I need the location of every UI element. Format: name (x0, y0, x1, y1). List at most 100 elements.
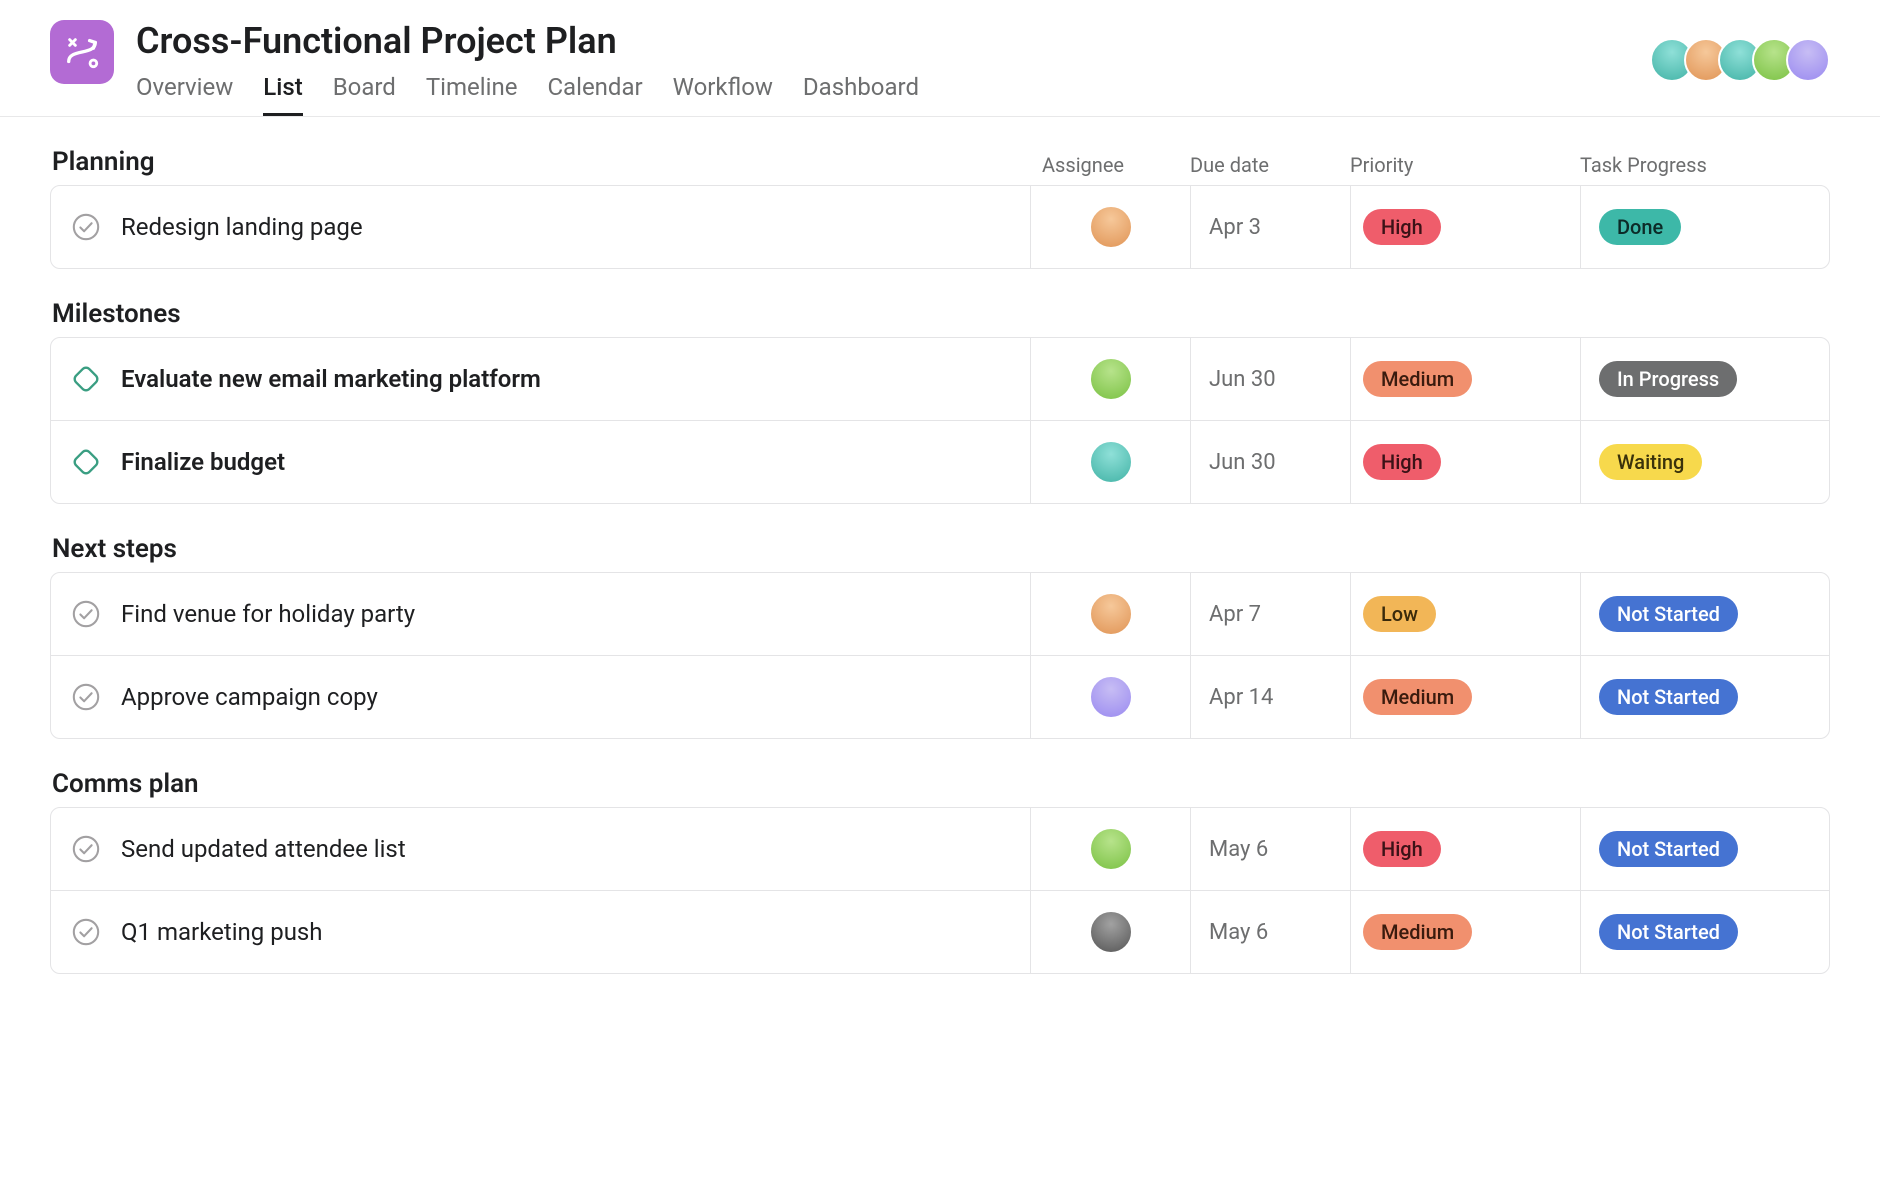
assignee-cell[interactable] (1031, 421, 1191, 503)
task-name[interactable]: Approve campaign copy (121, 683, 378, 711)
assignee-cell[interactable] (1031, 656, 1191, 738)
priority-cell[interactable]: Medium (1351, 656, 1581, 738)
task-name[interactable]: Evaluate new email marketing platform (121, 365, 541, 393)
due-date-cell[interactable]: May 6 (1191, 891, 1351, 973)
priority-cell[interactable]: Medium (1351, 891, 1581, 973)
priority-cell[interactable]: High (1351, 808, 1581, 890)
assignee-avatar[interactable] (1089, 592, 1133, 636)
task-row[interactable]: Q1 marketing push May 6 Medium Not Started (51, 891, 1829, 973)
progress-cell[interactable]: Not Started (1581, 656, 1829, 738)
task-name[interactable]: Send updated attendee list (121, 835, 406, 863)
due-date-cell[interactable]: May 6 (1191, 808, 1351, 890)
priority-pill[interactable]: High (1363, 209, 1441, 245)
priority-cell[interactable]: High (1351, 421, 1581, 503)
assignee-avatar[interactable] (1089, 205, 1133, 249)
due-date-cell[interactable]: Jun 30 (1191, 338, 1351, 420)
due-date-cell[interactable]: Jun 30 (1191, 421, 1351, 503)
progress-cell[interactable]: Not Started (1581, 808, 1829, 890)
priority-cell[interactable]: High (1351, 186, 1581, 268)
assignee-cell[interactable] (1031, 891, 1191, 973)
assignee-cell[interactable] (1031, 338, 1191, 420)
progress-pill[interactable]: Done (1599, 209, 1681, 245)
col-header-due[interactable]: Due date (1190, 153, 1350, 177)
tab-workflow[interactable]: Workflow (673, 73, 773, 116)
task-name[interactable]: Find venue for holiday party (121, 600, 415, 628)
progress-cell[interactable]: Not Started (1581, 891, 1829, 973)
progress-pill[interactable]: In Progress (1599, 361, 1737, 397)
task-name[interactable]: Redesign landing page (121, 213, 363, 241)
priority-pill[interactable]: Medium (1363, 914, 1472, 950)
assignee-avatar[interactable] (1089, 827, 1133, 871)
priority-pill[interactable]: Medium (1363, 361, 1472, 397)
progress-cell[interactable]: Not Started (1581, 573, 1829, 655)
tab-timeline[interactable]: Timeline (426, 73, 518, 116)
due-date-cell[interactable]: Apr 14 (1191, 656, 1351, 738)
complete-check-icon[interactable] (71, 212, 101, 242)
complete-check-icon[interactable] (71, 599, 101, 629)
assignee-cell[interactable] (1031, 573, 1191, 655)
priority-cell[interactable]: Low (1351, 573, 1581, 655)
tab-overview[interactable]: Overview (136, 73, 233, 116)
priority-pill[interactable]: Medium (1363, 679, 1472, 715)
task-row[interactable]: Finalize budget Jun 30 High Waiting (51, 421, 1829, 503)
complete-check-icon[interactable] (71, 682, 101, 712)
priority-pill[interactable]: High (1363, 444, 1441, 480)
task-name-cell[interactable]: Find venue for holiday party (51, 573, 1031, 655)
complete-check-icon[interactable] (71, 917, 101, 947)
progress-cell[interactable]: Waiting (1581, 421, 1829, 503)
collaborator-avatar[interactable] (1786, 38, 1830, 82)
priority-pill[interactable]: Low (1363, 596, 1436, 632)
col-header-progress[interactable]: Task Progress (1580, 153, 1830, 177)
task-name-cell[interactable]: Approve campaign copy (51, 656, 1031, 738)
priority-cell[interactable]: Medium (1351, 338, 1581, 420)
task-row[interactable]: Send updated attendee list May 6 High Not S… (51, 808, 1829, 891)
task-name-cell[interactable]: Q1 marketing push (51, 891, 1031, 973)
priority-pill[interactable]: High (1363, 831, 1441, 867)
progress-pill[interactable]: Not Started (1599, 596, 1738, 632)
view-tabs: Overview List Board Timeline Calendar Workflo… (136, 73, 919, 116)
task-table: Find venue for holiday party Apr 7 Low Not … (50, 572, 1830, 739)
task-table: Evaluate new email marketing platform Jun… (50, 337, 1830, 504)
task-row[interactable]: Approve campaign copy Apr 14 Medium Not Sta… (51, 656, 1829, 738)
assignee-avatar[interactable] (1089, 910, 1133, 954)
milestone-icon[interactable] (71, 364, 101, 394)
section-title[interactable]: Planning (50, 147, 1030, 177)
task-name-cell[interactable]: Redesign landing page (51, 186, 1031, 268)
milestone-icon[interactable] (71, 447, 101, 477)
tab-calendar[interactable]: Calendar (547, 73, 642, 116)
column-headers: AssigneeDue datePriorityTask Progress (1030, 153, 1830, 177)
section-title[interactable]: Comms plan (50, 769, 1830, 799)
col-header-assignee[interactable]: Assignee (1030, 153, 1190, 177)
tab-list[interactable]: List (263, 73, 302, 116)
tab-dashboard[interactable]: Dashboard (803, 73, 919, 116)
section-title[interactable]: Milestones (50, 299, 1830, 329)
task-name-cell[interactable]: Finalize budget (51, 421, 1031, 503)
assignee-cell[interactable] (1031, 186, 1191, 268)
tab-board[interactable]: Board (333, 73, 396, 116)
assignee-avatar[interactable] (1089, 675, 1133, 719)
due-date-cell[interactable]: Apr 3 (1191, 186, 1351, 268)
col-header-priority[interactable]: Priority (1350, 153, 1580, 177)
assignee-avatar[interactable] (1089, 357, 1133, 401)
progress-pill[interactable]: Waiting (1599, 444, 1702, 480)
assignee-cell[interactable] (1031, 808, 1191, 890)
task-name-cell[interactable]: Send updated attendee list (51, 808, 1031, 890)
progress-pill[interactable]: Not Started (1599, 914, 1738, 950)
task-row[interactable]: Evaluate new email marketing platform Jun… (51, 338, 1829, 421)
complete-check-icon[interactable] (71, 834, 101, 864)
progress-cell[interactable]: Done (1581, 186, 1829, 268)
task-name-cell[interactable]: Evaluate new email marketing platform (51, 338, 1031, 420)
task-name[interactable]: Q1 marketing push (121, 918, 323, 946)
due-date-cell[interactable]: Apr 7 (1191, 573, 1351, 655)
collaborator-avatars[interactable] (1660, 38, 1830, 82)
task-name[interactable]: Finalize budget (121, 448, 285, 476)
project-title[interactable]: Cross-Functional Project Plan (136, 20, 919, 63)
section-title[interactable]: Next steps (50, 534, 1830, 564)
progress-cell[interactable]: In Progress (1581, 338, 1829, 420)
task-row[interactable]: Redesign landing page Apr 3 High Done (51, 186, 1829, 268)
section: PlanningAssigneeDue datePriorityTask Pro… (50, 147, 1830, 269)
assignee-avatar[interactable] (1089, 440, 1133, 484)
progress-pill[interactable]: Not Started (1599, 679, 1738, 715)
progress-pill[interactable]: Not Started (1599, 831, 1738, 867)
task-row[interactable]: Find venue for holiday party Apr 7 Low Not … (51, 573, 1829, 656)
